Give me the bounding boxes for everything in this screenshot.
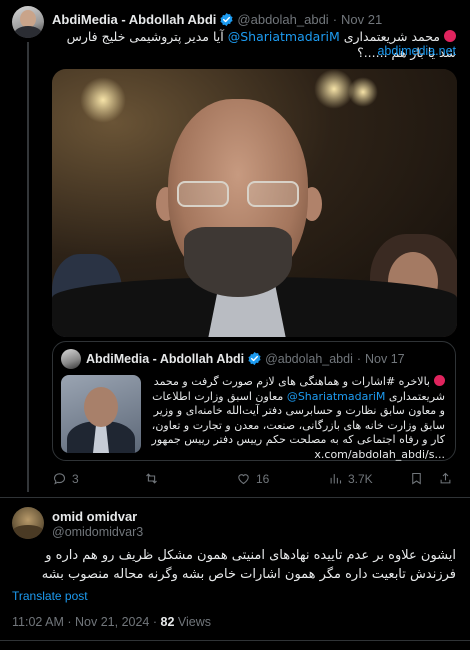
tweet-date[interactable]: Nov 21 [341,12,382,27]
tweet-header: AbdiMedia - Abdollah Abdi @abdolah_abdi … [52,10,458,28]
tweet-mention[interactable]: @ShariatmadariM [228,29,340,44]
share-icon [440,472,451,484]
retweet-icon [146,473,157,484]
bookmark-icon [412,472,421,485]
reply-author-handle[interactable]: @omidomidvar3 [52,525,143,539]
separator-dot: · [356,351,362,366]
quote-date: Nov 17 [365,351,405,366]
quote-link: x.com/abdolah_abdi/s... [314,447,445,461]
reply-date[interactable]: Nov 21, 2024 [75,615,149,629]
tweet-actions: 3 16 3.7K [52,471,452,489]
reply-meta: 11:02 AM · Nov 21, 2024 · 82 Views [12,615,211,629]
author-name[interactable]: AbdiMedia - Abdollah Abdi [52,12,216,27]
quote-text: بالاخره #اشارات و هماهنگی های لازم صورت … [149,375,445,462]
photo-light [80,77,126,123]
retweet-button[interactable] [144,471,164,486]
views-count: 3.7K [348,471,373,486]
separator-dot: · [332,11,338,27]
analytics-icon [330,474,342,484]
bookmark-button[interactable] [409,471,424,486]
avatar-suit [14,26,42,38]
quote-thumbnail [61,375,141,453]
reply-author-name[interactable]: omid omidvar [52,509,137,524]
thread-line [27,42,29,492]
photo-glasses [177,181,301,209]
photo-light [348,77,378,107]
author-avatar[interactable] [12,6,44,38]
tweet-photo[interactable] [52,69,457,337]
photo-beard [184,227,292,297]
like-count: 16 [256,471,270,486]
reply-count: 3 [72,471,79,486]
quote-mention: @ShariatmadariM [286,389,386,403]
reply-views-label: Views [177,615,212,629]
like-button[interactable]: 16 [236,471,269,486]
red-circle-icon [444,30,456,42]
separator-dot: · [67,615,76,629]
quote-author-name: AbdiMedia - Abdollah Abdi [86,351,245,366]
reply-time[interactable]: 11:02 AM [12,615,64,629]
reply-icon [53,473,66,485]
verified-badge-icon [248,351,261,366]
reply-views-count: 82 [160,615,175,629]
share-button[interactable] [438,471,453,486]
tweet-link[interactable]: abdimedia.net [377,44,456,58]
reply-author-avatar[interactable] [12,507,44,539]
views-button[interactable]: 3.7K [328,471,373,486]
heart-icon [238,474,249,485]
reply-text: ایشون علاوه بر عدم تاییده نهادهای امنیتی… [41,548,456,582]
translate-post-link[interactable]: Translate post [12,589,88,603]
quoted-tweet[interactable]: AbdiMedia - Abdollah Abdi @abdolah_abdi … [52,341,456,461]
author-handle[interactable]: @abdolah_abdi [237,12,328,27]
separator-dot: · [152,615,161,629]
divider [0,497,470,498]
quote-author-handle: @abdolah_abdi [265,351,353,366]
tweet-text-prefix: محمد شریعتمداری [343,29,440,44]
quote-author-avatar [61,349,81,369]
reply-button[interactable]: 3 [52,471,79,486]
quote-header: AbdiMedia - Abdollah Abdi @abdolah_abdi … [86,351,405,366]
verified-badge-icon [220,12,233,26]
avatar-landscape [12,525,44,539]
red-circle-icon [434,375,445,386]
divider [0,640,470,641]
